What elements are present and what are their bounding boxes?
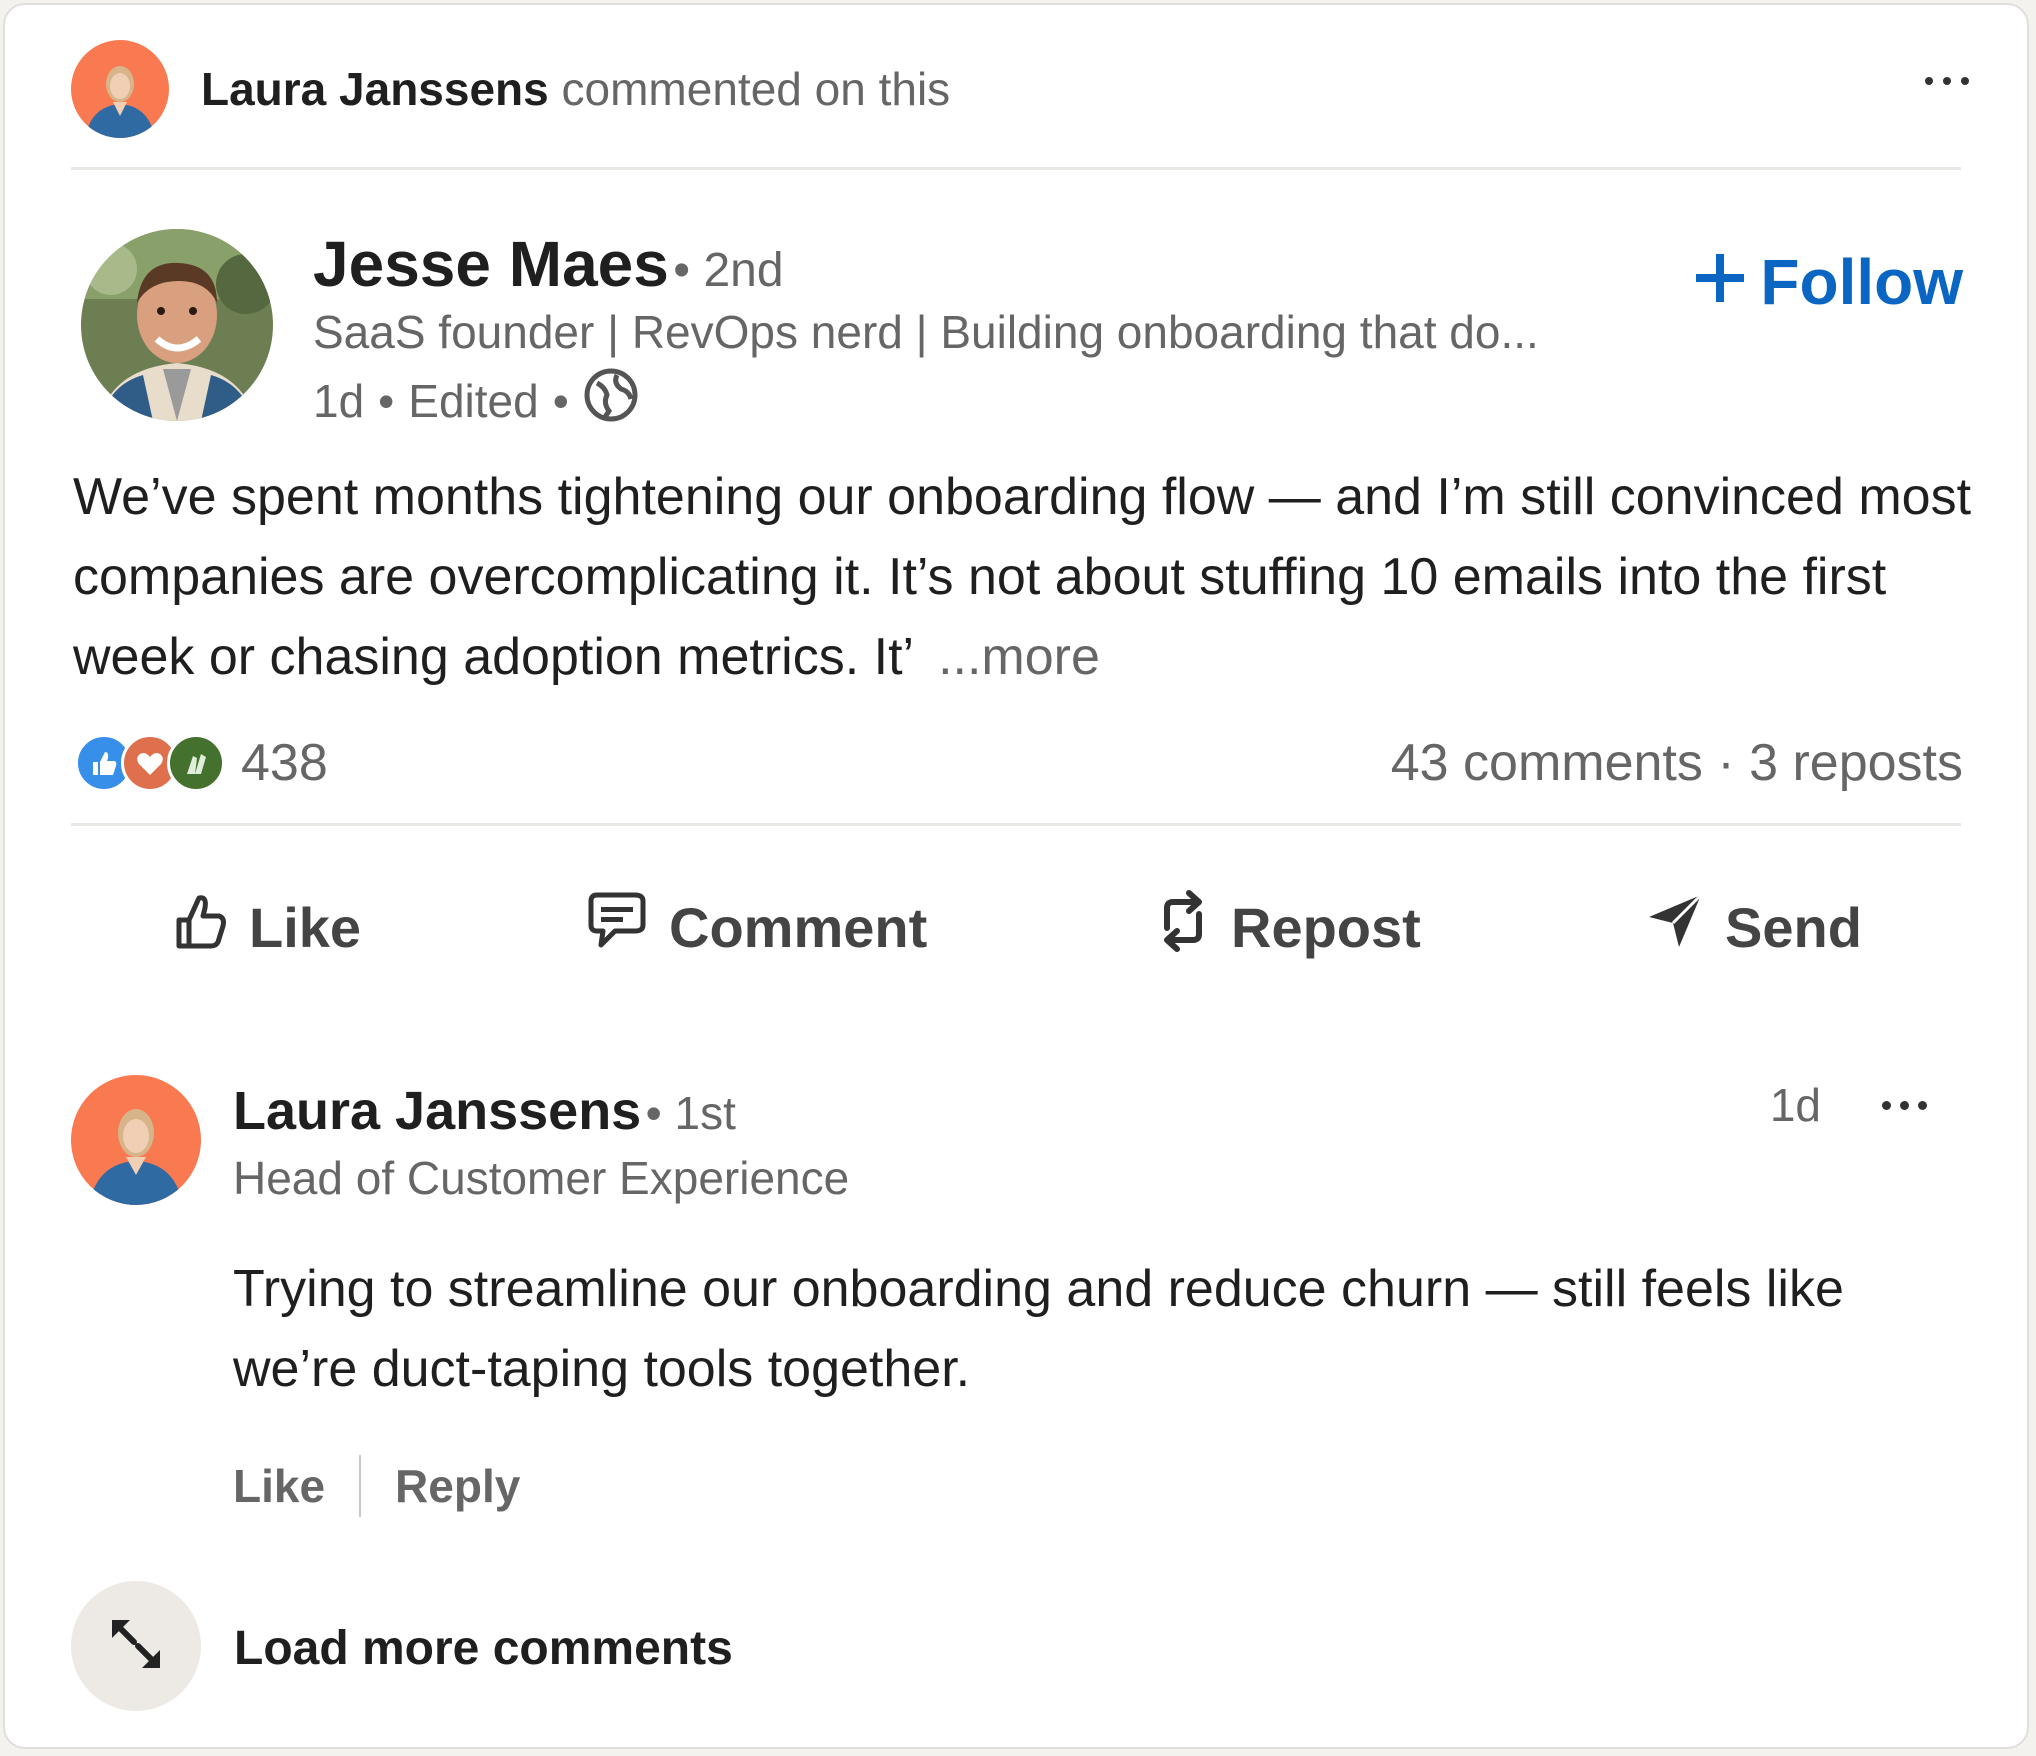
post-time: 1d: [313, 374, 365, 427]
author-avatar[interactable]: [81, 229, 273, 421]
comment-actions-divider: [359, 1455, 362, 1517]
comment-author-row: Laura Janssens • 1st: [233, 1080, 736, 1142]
like-label: Like: [249, 895, 362, 959]
celebrate-reaction-icon: [167, 734, 225, 792]
speech-bubble-icon: [583, 891, 649, 964]
thumbs-up-icon: [173, 890, 229, 965]
engagement-counts: 43 comments · 3 reposts: [1391, 733, 1963, 793]
repost-button[interactable]: Repost: [1155, 887, 1421, 967]
meta-separator: •: [552, 374, 569, 427]
see-more-link[interactable]: ...more: [938, 628, 1100, 686]
plus-icon: [1694, 245, 1746, 319]
post-edited-label: Edited: [408, 374, 539, 427]
post-meta: 1d • Edited •: [313, 367, 639, 434]
load-more-button[interactable]: [71, 1581, 201, 1711]
repost-label: Repost: [1231, 895, 1421, 959]
reactions-summary[interactable]: 438: [75, 733, 328, 793]
post-overflow-menu-icon[interactable]: [1907, 61, 1987, 101]
paper-plane-icon: [1645, 891, 1705, 964]
post-body: We’ve spent months tightening our onboar…: [73, 457, 1983, 697]
comment-author-avatar[interactable]: [71, 1075, 201, 1205]
counts-separator: ·: [1702, 734, 1750, 792]
comment-author-headline: Head of Customer Experience: [233, 1152, 850, 1204]
follow-button[interactable]: Follow: [1694, 245, 1963, 319]
comment-label: Comment: [669, 895, 928, 959]
author-headline: SaaS founder | RevOps nerd | Building on…: [313, 306, 1539, 358]
comment-author-name[interactable]: Laura Janssens: [233, 1081, 641, 1141]
commenter-avatar[interactable]: [71, 40, 169, 138]
comment-text: Trying to streamline our onboarding and …: [233, 1260, 1844, 1398]
comment-overflow-menu-icon[interactable]: [1869, 1085, 1939, 1125]
reaction-count: 438: [241, 734, 328, 792]
load-more-comments-link[interactable]: Load more comments: [234, 1621, 733, 1676]
activity-header: Laura Janssens commented on this: [201, 62, 950, 116]
header-divider: [71, 167, 1961, 170]
counts-divider: [71, 823, 1961, 826]
repost-arrows-icon: [1155, 888, 1211, 967]
connection-degree: • 2nd: [673, 244, 784, 297]
comment-actions: Like Reply: [233, 1455, 520, 1517]
globe-icon: [583, 367, 639, 434]
send-label: Send: [1725, 895, 1862, 959]
reposts-count[interactable]: 3 reposts: [1749, 734, 1963, 792]
meta-separator: •: [378, 374, 395, 427]
comment-time: 1d: [1769, 1079, 1821, 1131]
commenter-name[interactable]: Laura Janssens: [201, 63, 549, 115]
comment-reply-button[interactable]: Reply: [395, 1459, 520, 1513]
author-name[interactable]: Jesse Maes: [313, 228, 669, 300]
comment-button[interactable]: Comment: [583, 887, 927, 967]
feed-post-card: Laura Janssens commented on this Jesse M…: [3, 3, 2029, 1749]
like-button[interactable]: Like: [173, 887, 361, 967]
comment-connection-degree: • 1st: [645, 1087, 736, 1139]
activity-action-text: commented on this: [561, 63, 951, 115]
send-button[interactable]: Send: [1645, 887, 1862, 967]
follow-label: Follow: [1760, 246, 1963, 318]
expand-arrows-icon: [104, 1612, 168, 1681]
comments-count[interactable]: 43 comments: [1391, 734, 1703, 792]
author-name-row: Jesse Maes • 2nd: [313, 227, 784, 301]
comment-like-button[interactable]: Like: [233, 1459, 325, 1513]
